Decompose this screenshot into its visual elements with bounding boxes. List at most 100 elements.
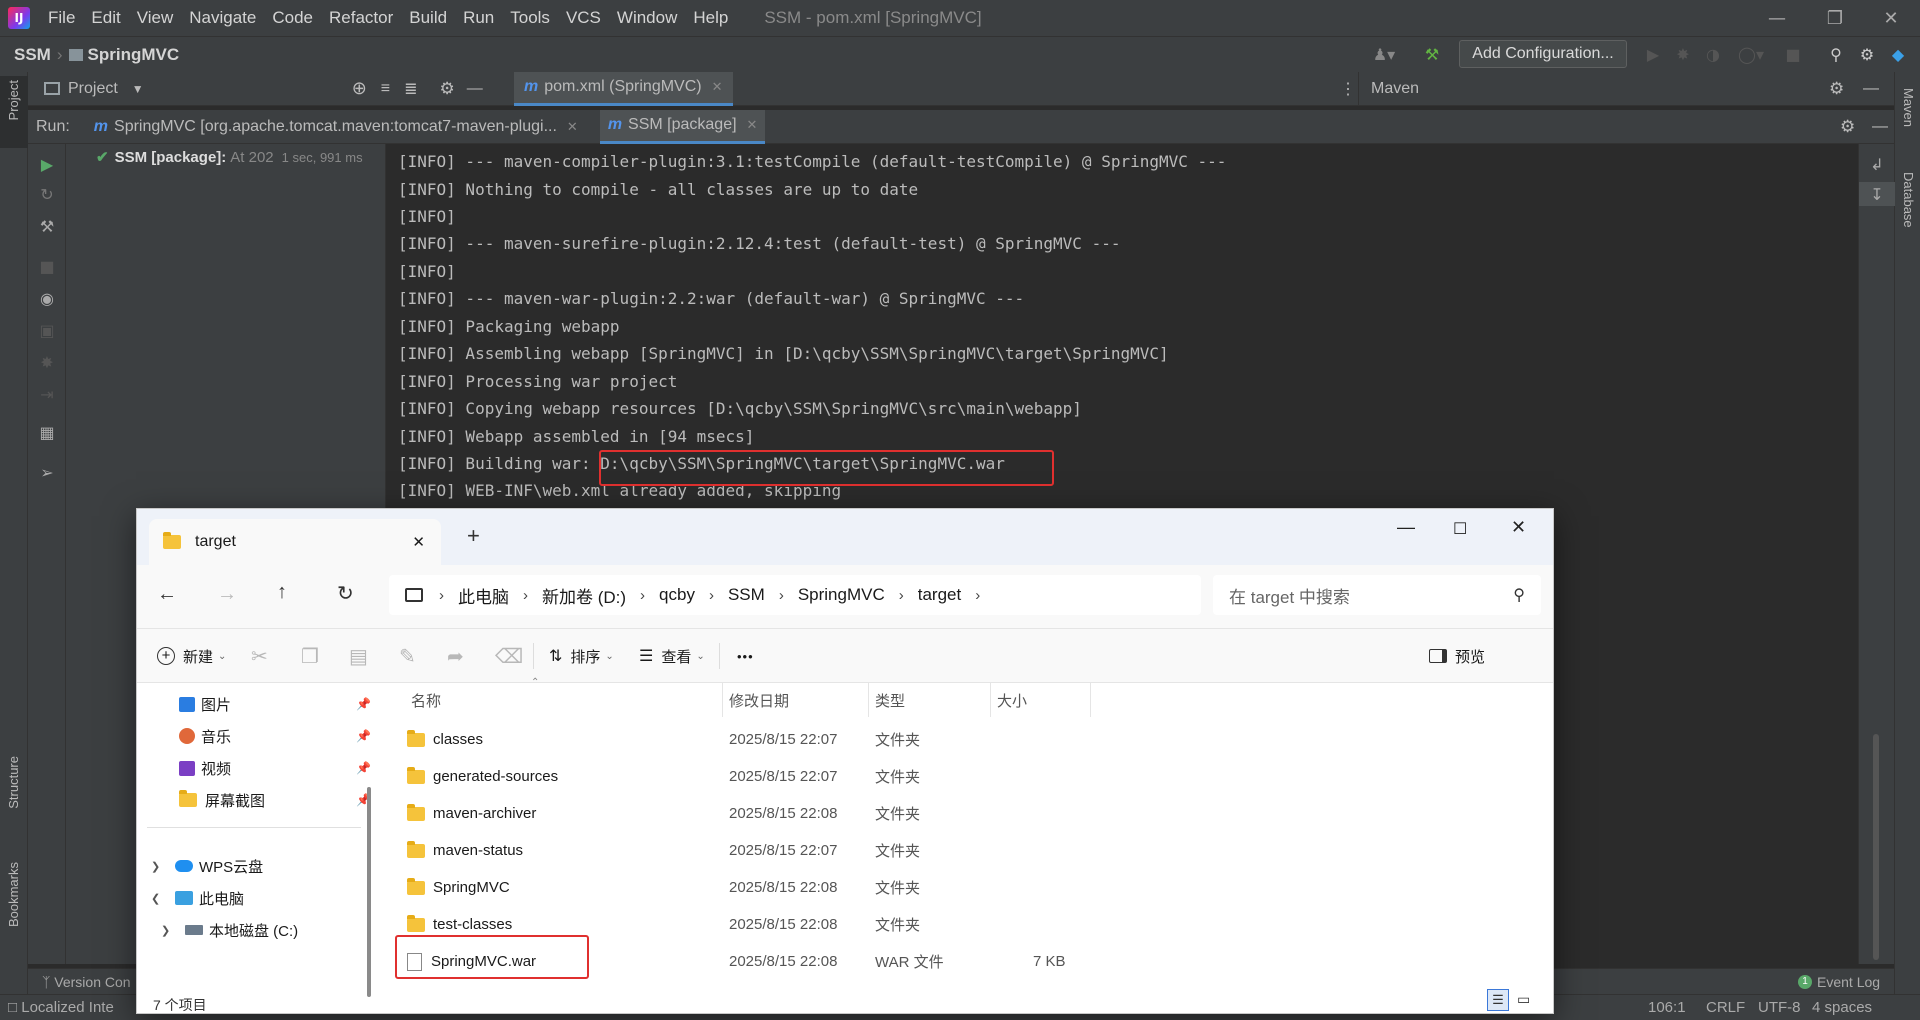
up-arrow-icon[interactable]: ↑: [277, 581, 287, 604]
menu-refactor[interactable]: Refactor: [321, 8, 401, 28]
indent-setting[interactable]: 4 spaces: [1812, 999, 1872, 1016]
menu-build[interactable]: Build: [401, 8, 455, 28]
user-icon[interactable]: ♟▾: [1370, 44, 1398, 64]
menu-window[interactable]: Window: [609, 8, 685, 28]
nav-item-videos[interactable]: 视频 📌: [179, 753, 371, 783]
structure-tab[interactable]: Structure: [6, 756, 21, 809]
breadcrumb-module[interactable]: SpringMVC: [88, 45, 180, 65]
new-tab-icon[interactable]: +: [467, 523, 480, 549]
menu-code[interactable]: Code: [264, 8, 321, 28]
sort-button[interactable]: ⇅ 排序 ⌄: [549, 629, 614, 683]
file-row[interactable]: generated-sources 2025/8/15 22:07 文件夹: [383, 758, 1553, 795]
column-header-size[interactable]: 大小: [991, 683, 1091, 717]
menu-vcs[interactable]: VCS: [558, 8, 609, 28]
run-gear-icon[interactable]: ⚙: [1840, 117, 1855, 137]
expand-chevron-icon[interactable]: ❯: [151, 860, 171, 873]
line-separator[interactable]: CRLF: [1706, 999, 1745, 1016]
scroll-to-end-icon[interactable]: ↧: [1859, 182, 1895, 206]
project-tab[interactable]: Project: [0, 76, 28, 148]
menu-edit[interactable]: Edit: [83, 8, 128, 28]
search-box[interactable]: 在 target 中搜索 ⚲: [1213, 575, 1541, 615]
version-control-tab[interactable]: ᛉ Version Con: [42, 974, 131, 990]
view-button[interactable]: ☰ 查看 ⌄: [639, 629, 705, 683]
menu-view[interactable]: View: [129, 8, 182, 28]
nav-item-wps-cloud[interactable]: ❯ WPS云盘: [151, 851, 343, 881]
wrench-icon[interactable]: ⚒: [28, 214, 66, 238]
toolbox-icon[interactable]: ◆: [1888, 44, 1908, 64]
nav-item-pictures[interactable]: 图片 📌: [179, 689, 371, 719]
pin-icon[interactable]: ➢: [28, 460, 66, 484]
search-icon[interactable]: ⚲: [1826, 44, 1846, 64]
expand-chevron-icon[interactable]: ❯: [161, 924, 181, 937]
locate-target-icon[interactable]: ⊕: [352, 78, 367, 99]
back-arrow-icon[interactable]: ←: [157, 583, 177, 606]
console-scrollbar[interactable]: [1873, 734, 1879, 960]
menu-run[interactable]: Run: [455, 8, 502, 28]
address-segment[interactable]: 此电脑: [458, 583, 509, 608]
tiles-view-icon[interactable]: ▭: [1517, 991, 1530, 1008]
settings-gear-icon[interactable]: ⚙: [1857, 44, 1877, 64]
exit-icon[interactable]: ⇥: [28, 382, 66, 406]
profile-icon[interactable]: ◯▾: [1733, 44, 1769, 64]
debug-icon[interactable]: ✸: [1673, 44, 1693, 64]
dropdown-chevron-icon[interactable]: ▼: [132, 82, 144, 96]
collapse-chevron-icon[interactable]: ❮: [151, 892, 171, 905]
menu-navigate[interactable]: Navigate: [181, 8, 264, 28]
close-icon[interactable]: ✕: [1511, 517, 1526, 538]
address-bar[interactable]: › 此电脑 › 新加卷 (D:) › qcby › SSM › SpringMV…: [389, 575, 1201, 615]
delete-icon[interactable]: ⌫: [495, 629, 523, 683]
camera-icon[interactable]: ▣: [28, 318, 66, 342]
nav-scrollbar[interactable]: [367, 787, 371, 997]
run-tree-item[interactable]: ✔ SSM [package]: At 202 1 sec, 991 ms: [96, 148, 363, 167]
expand-all-icon[interactable]: ≡: [381, 80, 390, 98]
paste-icon[interactable]: ▤: [349, 629, 368, 683]
hide-panel-icon[interactable]: —: [467, 80, 483, 98]
file-row[interactable]: classes 2025/8/15 22:07 文件夹: [383, 721, 1553, 758]
nav-item-this-pc[interactable]: ❮ 此电脑: [151, 883, 343, 913]
new-button[interactable]: + 新建 ⌄: [157, 629, 226, 683]
menu-help[interactable]: Help: [685, 8, 736, 28]
cut-icon[interactable]: ✂: [251, 629, 268, 683]
nav-item-music[interactable]: 音乐 📌: [179, 721, 371, 751]
column-header-type[interactable]: 类型: [869, 683, 991, 717]
caret-position[interactable]: 106:1: [1648, 999, 1686, 1016]
close-run-tab-icon[interactable]: ✕: [747, 117, 758, 133]
file-encoding[interactable]: UTF-8: [1758, 999, 1801, 1016]
editor-tab-pom[interactable]: m pom.xml (SpringMVC) ✕: [514, 71, 733, 106]
panel-gear-icon[interactable]: ⚙: [440, 79, 455, 99]
address-segment[interactable]: 新加卷 (D:): [542, 583, 626, 608]
rerun-failed-icon[interactable]: ↻: [28, 182, 66, 206]
column-header-name[interactable]: 名称 ⌃: [383, 677, 723, 717]
menu-file[interactable]: File: [40, 8, 83, 28]
file-row[interactable]: maven-status 2025/8/15 22:07 文件夹: [383, 832, 1553, 869]
file-row[interactable]: maven-archiver 2025/8/15 22:08 文件夹: [383, 795, 1553, 832]
stop-icon[interactable]: ■: [1783, 44, 1803, 64]
run-icon[interactable]: ▶: [1643, 44, 1663, 64]
maven-tab[interactable]: Maven: [1901, 88, 1916, 127]
refresh-icon[interactable]: ↻: [337, 581, 354, 606]
bookmarks-tab[interactable]: Bookmarks: [6, 862, 21, 927]
minimize-icon[interactable]: —: [1397, 517, 1415, 538]
close-tab-icon[interactable]: ✕: [412, 533, 425, 551]
soft-wrap-icon[interactable]: ↲: [1859, 152, 1895, 176]
restore-icon[interactable]: ❐: [1806, 0, 1864, 36]
project-panel-title[interactable]: Project: [68, 80, 118, 98]
close-run-tab-icon[interactable]: ✕: [567, 119, 578, 135]
coverage-icon[interactable]: ◑: [1703, 44, 1723, 64]
more-options-icon[interactable]: ⋮: [1340, 79, 1356, 99]
address-segment[interactable]: SpringMVC: [798, 585, 885, 605]
nav-item-local-disk-c[interactable]: ❯ 本地磁盘 (C:): [161, 915, 353, 945]
forward-arrow-icon[interactable]: →: [217, 583, 237, 606]
maximize-icon[interactable]: ☐: [1453, 519, 1467, 539]
build-hammer-icon[interactable]: ⚒: [1422, 44, 1442, 64]
address-segment[interactable]: SSM: [728, 585, 765, 605]
copy-icon[interactable]: ❐: [301, 629, 319, 683]
share-icon[interactable]: ➦: [447, 629, 464, 683]
rerun-icon[interactable]: ▶: [28, 152, 66, 176]
database-tab[interactable]: Database: [1901, 172, 1916, 228]
explorer-tab-target[interactable]: target ✕: [149, 519, 441, 565]
run-tab-tomcat[interactable]: m SpringMVC [org.apache.tomcat.maven:tom…: [86, 110, 586, 144]
collapse-all-icon[interactable]: ≣: [404, 79, 417, 99]
file-row[interactable]: SpringMVC 2025/8/15 22:08 文件夹: [383, 869, 1553, 906]
breadcrumb-root[interactable]: SSM: [14, 45, 51, 65]
